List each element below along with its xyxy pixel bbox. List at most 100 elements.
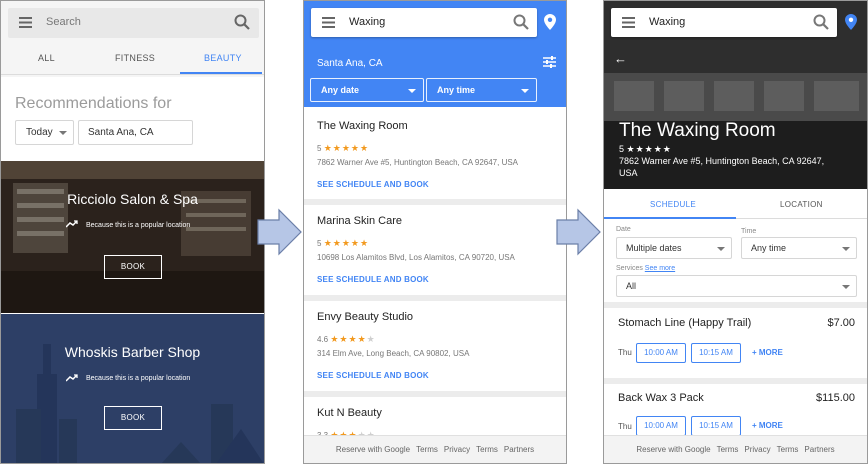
date-dropdown[interactable]: Multiple dates xyxy=(616,237,732,259)
search-query: Waxing xyxy=(349,16,386,28)
map-pin-icon[interactable] xyxy=(845,14,857,30)
services-label: Services See more xyxy=(616,265,676,272)
see-schedule-link[interactable]: SEE SCHEDULE AND BOOK xyxy=(317,180,429,189)
business-address: 7862 Warner Ave #5, Huntington Beach, CA… xyxy=(619,156,825,178)
time-label: Time xyxy=(741,228,757,235)
footer: Reserve with Google Terms Privacy Terms Part… xyxy=(304,435,566,463)
footer-text: Reserve with Google xyxy=(636,445,711,454)
footer-privacy-link[interactable]: Privacy xyxy=(444,445,470,454)
menu-icon[interactable] xyxy=(19,17,32,28)
see-schedule-link[interactable]: SEE SCHEDULE AND BOOK xyxy=(317,275,429,284)
footer-terms-link[interactable]: Terms xyxy=(476,445,498,454)
current-location[interactable]: Santa Ana, CA xyxy=(317,58,383,69)
detail-tabs: SCHEDULE LOCATION xyxy=(604,191,867,219)
recommendation-card-salon[interactable]: Ricciolo Salon & Spa Because this is a p… xyxy=(1,161,264,313)
footer-terms-link[interactable]: Terms xyxy=(416,445,438,454)
business-name[interactable]: Envy Beauty Studio xyxy=(317,311,413,323)
menu-icon[interactable] xyxy=(322,17,335,28)
book-button[interactable]: BOOK xyxy=(104,406,162,430)
see-schedule-link[interactable]: SEE SCHEDULE AND BOOK xyxy=(317,371,429,380)
screen-home: Search ALL FITNESS BEAUTY Recommendation… xyxy=(0,0,265,464)
service-name: Back Wax 3 Pack xyxy=(618,392,704,404)
chevron-down-icon xyxy=(842,247,850,251)
time-value: Any time xyxy=(751,243,787,253)
business-address: 7862 Warner Ave #5, Huntington Beach, CA… xyxy=(317,158,519,167)
tab-schedule[interactable]: SCHEDULE xyxy=(650,200,696,209)
search-icon[interactable] xyxy=(513,14,529,30)
time-slot-button[interactable]: 10:00 AM xyxy=(636,343,686,363)
tab-all[interactable]: ALL xyxy=(38,53,55,63)
service-name: Stomach Line (Happy Trail) xyxy=(618,317,752,329)
time-filter-dropdown[interactable]: Any time xyxy=(426,78,537,102)
star-rating-icon: ★★★★★ xyxy=(330,334,376,344)
book-button[interactable]: BOOK xyxy=(104,255,162,279)
slot-day: Thu xyxy=(618,422,632,431)
search-bar[interactable]: Search xyxy=(8,8,259,38)
back-arrow-icon[interactable]: ← xyxy=(614,51,627,66)
services-dropdown[interactable]: All xyxy=(616,275,857,297)
card-title: Ricciolo Salon & Spa xyxy=(67,191,198,207)
time-dropdown[interactable]: Any time xyxy=(741,237,857,259)
business-title: The Waxing Room xyxy=(619,120,776,141)
rating: 5 ★★★★★ xyxy=(619,144,672,154)
tab-beauty[interactable]: BEAUTY xyxy=(204,53,242,63)
time-slot-button[interactable]: 10:15 AM xyxy=(691,416,741,436)
star-rating-icon: ★★★★★ xyxy=(323,238,370,248)
business-name[interactable]: Kut N Beauty xyxy=(317,407,382,419)
search-bar[interactable]: Waxing xyxy=(611,8,837,37)
date-filter-value: Any date xyxy=(321,85,360,95)
date-filter-dropdown[interactable]: Any date xyxy=(310,78,424,102)
footer: Reserve with Google Terms Privacy Terms Part… xyxy=(604,435,867,463)
date-label: Date xyxy=(616,226,631,233)
footer-partners-link[interactable]: Partners xyxy=(504,445,534,454)
menu-icon[interactable] xyxy=(622,17,635,28)
time-slot-button[interactable]: 10:00 AM xyxy=(636,416,686,436)
business-name[interactable]: Marina Skin Care xyxy=(317,215,402,227)
rating: 5 ★★★★★ xyxy=(317,238,370,248)
map-pin-icon[interactable] xyxy=(544,14,556,30)
search-icon[interactable] xyxy=(813,14,829,30)
flow-arrow-icon xyxy=(556,208,601,256)
screen-search-results: Waxing Santa Ana, CA Any date Any time T… xyxy=(303,0,567,464)
recommendation-card-barber[interactable]: Whoskis Barber Shop Because this is a po… xyxy=(1,314,264,463)
card-reason: Because this is a popular location xyxy=(86,222,191,229)
rating: 5 ★★★★★ xyxy=(317,143,370,153)
business-name[interactable]: The Waxing Room xyxy=(317,120,408,132)
search-query: Waxing xyxy=(649,16,686,28)
service-item: Stomach Line (Happy Trail) $7.00 Thu 10:… xyxy=(604,308,867,378)
more-slots-link[interactable]: + MORE xyxy=(752,421,783,430)
location-field[interactable]: Santa Ana, CA xyxy=(78,120,193,145)
star-rating-icon: ★★★★★ xyxy=(323,143,370,153)
tab-location[interactable]: LOCATION xyxy=(780,200,823,209)
footer-terms-link[interactable]: Terms xyxy=(777,445,799,454)
list-item[interactable]: The Waxing Room 5 ★★★★★ 7862 Warner Ave … xyxy=(304,107,566,199)
search-icon[interactable] xyxy=(234,14,250,30)
see-more-link[interactable]: See more xyxy=(645,265,675,272)
business-address: 314 Elm Ave, Long Beach, CA 90802, USA xyxy=(317,349,470,358)
chevron-down-icon xyxy=(59,131,67,135)
date-value: Multiple dates xyxy=(626,243,682,253)
filter-icon[interactable] xyxy=(543,56,556,68)
active-tab-indicator xyxy=(604,217,736,219)
search-bar[interactable]: Waxing xyxy=(311,8,537,37)
tab-fitness[interactable]: FITNESS xyxy=(115,53,155,63)
flow-arrow-icon xyxy=(257,208,302,256)
location-value: Santa Ana, CA xyxy=(88,127,154,138)
footer-text: Reserve with Google xyxy=(335,445,411,454)
footer-terms-link[interactable]: Terms xyxy=(717,445,739,454)
trending-up-icon xyxy=(66,220,78,228)
service-price: $115.00 xyxy=(816,392,855,404)
footer-partners-link[interactable]: Partners xyxy=(804,445,834,454)
salon-photo xyxy=(1,161,264,313)
service-item: Back Wax 3 Pack $115.00 Thu 10:00 AM 10:… xyxy=(604,384,867,439)
list-item[interactable]: Marina Skin Care 5 ★★★★★ 10698 Los Alami… xyxy=(304,205,566,295)
when-dropdown[interactable]: Today xyxy=(15,120,74,145)
card-title: Whoskis Barber Shop xyxy=(64,344,201,360)
city-illustration xyxy=(1,314,264,463)
chevron-down-icon xyxy=(521,89,529,93)
time-slot-button[interactable]: 10:15 AM xyxy=(691,343,741,363)
more-slots-link[interactable]: + MORE xyxy=(752,348,783,357)
star-rating-icon: ★★★★★ xyxy=(626,144,672,154)
footer-privacy-link[interactable]: Privacy xyxy=(744,445,770,454)
list-item[interactable]: Envy Beauty Studio 4.6 ★★★★★ 314 Elm Ave… xyxy=(304,301,566,391)
